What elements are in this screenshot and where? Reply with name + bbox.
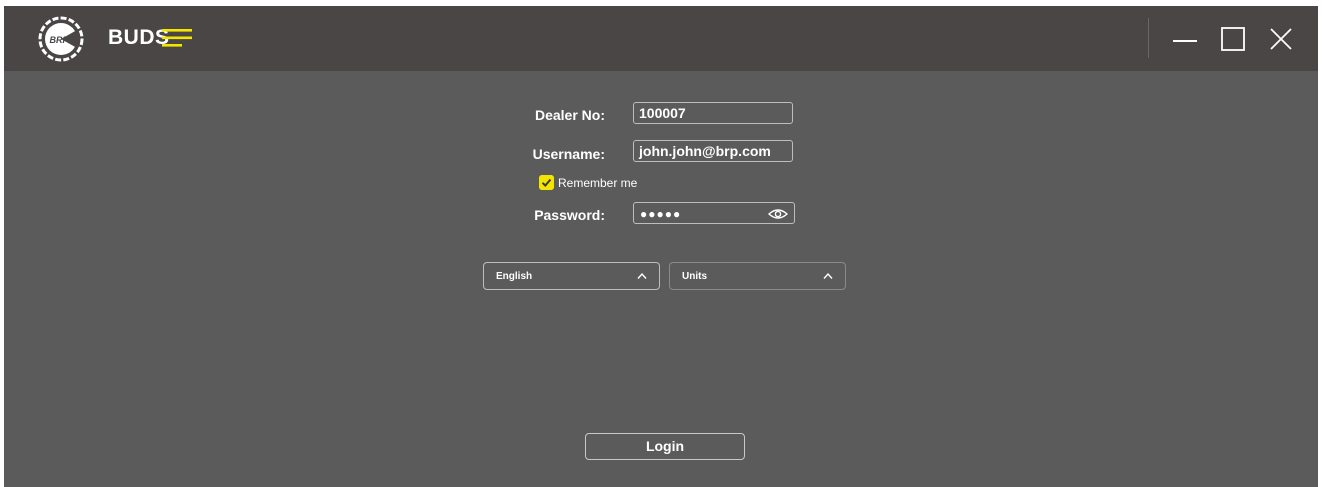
username-label: Username: [532,146,605,162]
remember-me-checkbox[interactable] [539,175,554,190]
maximize-icon[interactable] [1219,24,1249,54]
password-input[interactable]: ●●●●● [633,202,795,224]
chevron-up-icon [637,272,647,279]
remember-me-label: Remember me [558,176,638,190]
minimize-icon[interactable] [1170,24,1200,54]
units-select-value: Units [682,271,707,282]
login-button[interactable]: Login [585,433,745,460]
titlebar-divider [1148,18,1149,58]
eye-icon[interactable] [768,207,788,221]
close-icon[interactable] [1266,24,1296,54]
units-select[interactable]: Units [669,262,846,290]
dealer-no-label: Dealer No: [534,107,605,123]
language-select-value: English [496,271,533,282]
chevron-up-icon [823,272,833,279]
username-input[interactable]: john.john@brp.com [633,140,793,162]
app-window: BRP BUDS Dealer No: 100007 Username: joh… [4,6,1318,487]
dealer-no-input[interactable]: 100007 [633,102,793,124]
language-select[interactable]: English [483,262,660,290]
logo-text: BRP [49,35,69,45]
hamburger-menu-icon[interactable] [162,28,192,48]
password-mask: ●●●●● [640,207,682,221]
app-title: BUDS [108,26,170,49]
brp-logo-icon: BRP [38,16,84,62]
password-label: Password: [534,207,605,223]
titlebar: BRP BUDS [4,6,1318,71]
